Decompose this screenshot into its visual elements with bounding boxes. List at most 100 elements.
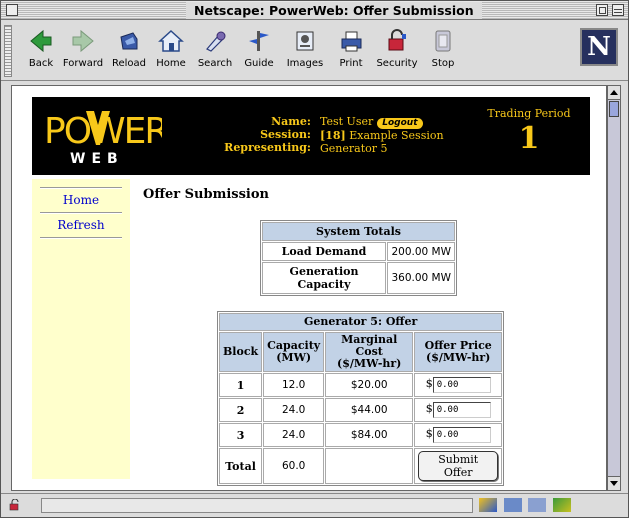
session-name: Example Session [349,129,444,142]
page-content: POWER WEB Name: Session: Representing: T… [11,85,607,491]
collapse-box[interactable] [612,4,624,16]
scroll-down-arrow-icon[interactable] [608,476,620,490]
user-name: Test User [320,115,374,128]
table-row: Load Demand 200.00 MW [262,242,455,261]
powerweb-logo: POWER WEB [44,111,162,167]
back-arrow-icon [30,29,52,53]
toolbar-grip[interactable] [4,25,12,77]
name-label: Name: [271,115,311,128]
search-button[interactable]: Search [191,27,239,69]
logout-button[interactable]: Logout [377,118,423,129]
stop-icon [435,30,451,52]
composer-icon[interactable] [552,498,571,512]
title-bar[interactable]: Netscape: PowerWeb: Offer Submission [1,1,628,20]
block-header-text: Block [223,345,259,358]
security-button[interactable]: Security [373,27,421,69]
block-marginal-cost: $20.00 [325,373,414,397]
discussion-icon[interactable] [528,498,546,512]
reload-icon [120,32,138,50]
generation-capacity-value: 360.00 MW [387,262,455,294]
offer-table-header: Generator 5: Offer [219,313,503,331]
guide-icon [249,31,269,51]
home-label: Home [156,58,186,69]
sidebar-divider [40,187,122,189]
home-button[interactable]: Home [147,27,195,69]
submit-offer-button[interactable]: Submit Offer [418,451,499,481]
marginal-cost-header-text: Marginal Cost [341,333,398,358]
capacity-unit-text: (MW) [276,351,312,364]
guide-button[interactable]: Guide [235,27,283,69]
empty-cell [325,448,414,484]
currency-symbol: $ [425,427,433,440]
browser-window: Netscape: PowerWeb: Offer Submission Bac… [0,0,629,518]
offer-price-input[interactable] [432,402,491,418]
block-capacity: 24.0 [263,423,325,447]
system-totals-table: System Totals Load Demand 200.00 MW Gene… [260,220,457,296]
zoom-box[interactable] [596,4,608,16]
table-row: 3 24.0 $84.00 $ [219,423,503,447]
trading-period: Trading Period 1 [479,107,579,156]
session-row: [18] Example Session [320,129,460,142]
forward-arrow-icon [72,29,94,53]
scroll-thumb[interactable] [609,101,619,117]
vertical-scrollbar[interactable] [607,85,621,491]
security-lock-icon [388,29,406,51]
images-button[interactable]: Images [281,27,329,69]
offer-price-cell: $ [414,423,503,447]
offer-price-cell: $ [414,373,503,397]
sidebar-item-refresh[interactable]: Refresh [32,218,130,232]
security-label: Security [376,58,418,69]
navigation-toolbar: Back Forward Reload Home Search Guide Im… [1,21,628,81]
logo-text-web: WEB [70,151,124,167]
window-title: Netscape: PowerWeb: Offer Submission [186,2,482,19]
forward-label: Forward [62,58,104,69]
print-label: Print [339,58,363,69]
back-label: Back [28,58,54,69]
print-button[interactable]: Print [327,27,375,69]
back-button[interactable]: Back [17,27,65,69]
column-header-block: Block [219,332,263,372]
mail-icon[interactable] [503,498,522,512]
currency-symbol: $ [425,377,433,390]
netscape-logo-letter: N [587,32,611,62]
total-capacity: 60.0 [263,448,325,484]
close-box[interactable] [6,4,18,16]
session-values: Test User Logout [18] Example Session Gen… [320,115,460,155]
block-number: 2 [219,398,263,422]
table-row: 2 24.0 $44.00 $ [219,398,503,422]
powerweb-banner: POWER WEB Name: Session: Representing: T… [32,97,590,175]
block-capacity: 24.0 [263,398,325,422]
security-lock-icon[interactable] [9,499,21,511]
search-label: Search [197,58,233,69]
sidebar: Home Refresh [32,179,130,479]
stop-label: Stop [431,58,455,69]
trading-period-label: Trading Period [487,107,571,120]
block-marginal-cost: $44.00 [325,398,414,422]
name-row: Test User Logout [320,115,460,129]
scroll-up-arrow-icon[interactable] [608,86,620,100]
reload-label: Reload [111,58,147,69]
table-row: Generation Capacity 360.00 MW [262,262,455,294]
offer-price-input[interactable] [432,377,491,393]
forward-button[interactable]: Forward [59,27,107,69]
status-bar [1,493,628,517]
navigator-icon[interactable] [479,498,497,512]
session-labels: Name: Session: Representing: [209,115,311,154]
offer-price-input[interactable] [432,427,491,443]
column-header-capacity: Capacity (MW) [263,332,325,372]
sidebar-item-home[interactable]: Home [32,193,130,207]
sidebar-divider [40,237,122,239]
block-capacity: 12.0 [263,373,325,397]
stop-button[interactable]: Stop [419,27,467,69]
guide-label: Guide [244,58,274,69]
offer-price-cell: $ [414,398,503,422]
block-number: 1 [219,373,263,397]
generation-capacity-label: Generation Capacity [262,262,386,294]
netscape-logo[interactable]: N [580,28,618,66]
offer-price-unit-text: ($/MW-hr) [426,351,491,364]
component-bar [479,498,619,514]
table-row: Total 60.0 Submit Offer [219,448,503,484]
images-icon [296,31,314,51]
block-marginal-cost: $84.00 [325,423,414,447]
reload-button[interactable]: Reload [105,27,153,69]
